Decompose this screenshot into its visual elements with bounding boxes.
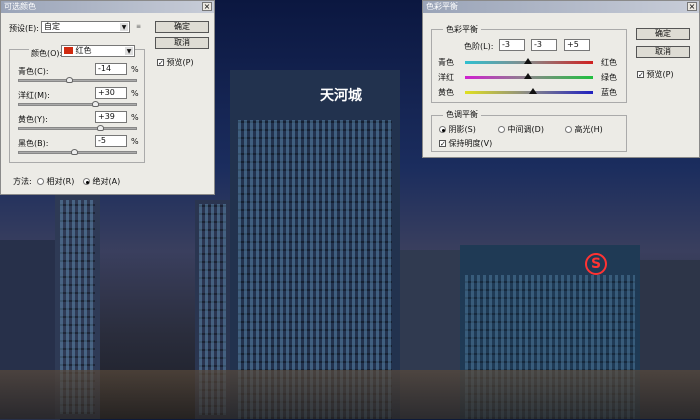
radio-icon xyxy=(565,126,572,133)
preview-checkbox[interactable]: ✓ 预览(P) xyxy=(637,69,674,80)
close-button[interactable]: × xyxy=(687,2,697,11)
ok-button[interactable]: 确定 xyxy=(636,28,690,40)
ok-button[interactable]: 确定 xyxy=(155,21,209,33)
chevron-down-icon: ▼ xyxy=(120,23,128,31)
radio-icon xyxy=(439,126,446,133)
preset-select[interactable]: 自定 ▼ xyxy=(41,21,130,33)
slider-thumb[interactable] xyxy=(523,73,532,79)
preview-label: 预览(P) xyxy=(166,58,194,67)
color-swatch xyxy=(64,47,73,54)
tower-sign: 天河城 xyxy=(320,88,362,104)
slider-left-label: 洋红 xyxy=(438,73,454,82)
slider-label: 黄色(Y): xyxy=(18,115,48,124)
tower: 天河城 xyxy=(230,70,400,419)
group-title: 色彩平衡 xyxy=(443,24,481,35)
midtones-label: 中间调(D) xyxy=(507,125,544,134)
level-input-1[interactable]: -3 xyxy=(499,39,525,51)
percent-label: % xyxy=(131,89,139,98)
slider-thumb[interactable] xyxy=(97,125,105,131)
level-input-3[interactable]: +5 xyxy=(564,39,590,51)
slider-track[interactable] xyxy=(18,103,137,106)
slider-thumb[interactable] xyxy=(66,77,74,83)
dialog-title: 色彩平衡 xyxy=(426,2,458,11)
checkbox-icon: ✓ xyxy=(439,140,446,148)
preset-value: 自定 xyxy=(44,22,60,31)
slider-thumb[interactable] xyxy=(70,149,78,155)
selective-color-dialog: 可选颜色 × 预设(E): 自定 ▼ ≡ 确定 取消 ✓ 预览(P) 颜色(O): … xyxy=(0,0,215,195)
hotel-logo: S xyxy=(585,253,607,275)
group-title: 色调平衡 xyxy=(443,109,481,120)
slider-value-input[interactable]: -5 xyxy=(95,135,127,147)
slider-right-label: 绿色 xyxy=(601,73,617,82)
level-input-2[interactable]: -3 xyxy=(531,39,557,51)
absolute-radio[interactable]: 绝对(A) xyxy=(83,176,120,187)
highlights-radio[interactable]: 高光(H) xyxy=(565,124,603,135)
highlights-label: 高光(H) xyxy=(574,125,603,134)
slider-track[interactable] xyxy=(18,127,137,130)
street-lights xyxy=(0,370,700,419)
shadows-label: 阴影(S) xyxy=(448,125,476,134)
preset-options-icon[interactable]: ≡ xyxy=(136,23,141,30)
preview-checkbox[interactable]: ✓ 预览(P) xyxy=(157,57,194,68)
chevron-down-icon: ▼ xyxy=(125,47,133,55)
slider-left-label: 青色 xyxy=(438,58,454,67)
slider-right-label: 蓝色 xyxy=(601,88,617,97)
radio-icon xyxy=(83,178,90,185)
checkbox-icon: ✓ xyxy=(157,59,164,67)
relative-radio[interactable]: 相对(R) xyxy=(37,176,74,187)
slider-thumb[interactable] xyxy=(523,58,532,64)
method-label: 方法: xyxy=(13,177,32,186)
slider-right-label: 红色 xyxy=(601,58,617,67)
cancel-button[interactable]: 取消 xyxy=(155,37,209,49)
levels-label: 色阶(L): xyxy=(464,42,494,51)
slider-label: 洋红(M): xyxy=(18,91,50,100)
colors-value: 红色 xyxy=(75,46,92,55)
close-button[interactable]: × xyxy=(202,2,212,11)
preview-label: 预览(P) xyxy=(646,70,674,79)
slider-left-label: 黄色 xyxy=(438,88,454,97)
preserve-label: 保持明度(V) xyxy=(448,139,493,148)
slider-thumb[interactable] xyxy=(92,101,100,107)
checkbox-icon: ✓ xyxy=(637,71,644,79)
absolute-label: 绝对(A) xyxy=(92,177,121,186)
title-bar: 可选颜色 × xyxy=(1,1,214,13)
slider-track[interactable] xyxy=(18,79,137,82)
slider-value-input[interactable]: +39 xyxy=(95,111,127,123)
percent-label: % xyxy=(131,113,139,122)
shadows-radio[interactable]: 阴影(S) xyxy=(439,124,476,135)
preserve-luminosity-checkbox[interactable]: ✓ 保持明度(V) xyxy=(439,138,492,149)
slider-label: 黑色(B): xyxy=(18,139,49,148)
colors-select[interactable]: 红色 ▼ xyxy=(61,45,135,57)
radio-icon xyxy=(498,126,505,133)
radio-icon xyxy=(37,178,44,185)
color-balance-dialog: 色彩平衡 × 色彩平衡 色阶(L): -3 -3 +5 青色 红色 洋红 绿色 黄色 … xyxy=(422,0,700,158)
title-bar: 色彩平衡 × xyxy=(423,1,699,13)
percent-label: % xyxy=(131,137,139,146)
preset-label: 预设(E): xyxy=(9,24,39,33)
dialog-title: 可选颜色 xyxy=(4,2,36,11)
slider-value-input[interactable]: +30 xyxy=(95,87,127,99)
midtones-radio[interactable]: 中间调(D) xyxy=(498,124,544,135)
slider-thumb[interactable] xyxy=(528,88,537,94)
cancel-button[interactable]: 取消 xyxy=(636,46,690,58)
percent-label: % xyxy=(131,65,139,74)
relative-label: 相对(R) xyxy=(46,177,75,186)
colors-label: 颜色(O): xyxy=(29,48,65,59)
slider-value-input[interactable]: -14 xyxy=(95,63,127,75)
slider-label: 青色(C): xyxy=(18,67,49,76)
